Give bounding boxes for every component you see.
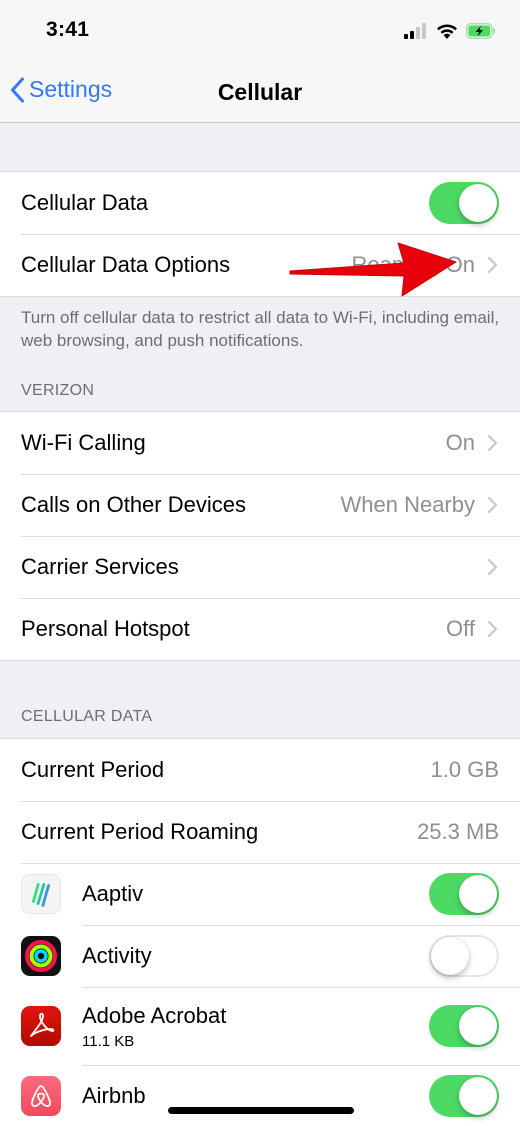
airbnb-toggle[interactable] (429, 1075, 499, 1117)
cellular-data-usage-group: Current Period 1.0 GB Current Period Roa… (0, 738, 520, 1126)
current-period-roaming-value: 25.3 MB (417, 819, 499, 844)
carrier-group: Wi-Fi Calling On Calls on Other Devices … (0, 411, 520, 661)
personal-hotspot-value: Off (446, 616, 475, 641)
current-period-value: 1.0 GB (430, 757, 499, 782)
app-name: Activity (82, 943, 152, 968)
status-icons (404, 22, 496, 40)
app-row-adobe-acrobat: Adobe Acrobat 11.1 KB (0, 987, 520, 1065)
carrier-services-label: Carrier Services (21, 554, 179, 579)
chevron-right-icon (487, 620, 498, 638)
toggle-knob (431, 937, 469, 975)
wifi-calling-label: Wi-Fi Calling (21, 430, 146, 455)
app-text: Activity (82, 943, 429, 969)
chevron-right-icon (487, 256, 498, 274)
adobe-acrobat-toggle[interactable] (429, 1005, 499, 1047)
aaptiv-icon (21, 874, 61, 914)
app-row-activity: Activity (0, 925, 520, 987)
cellular-data-options-row[interactable]: Cellular Data Options Roaming On (0, 234, 520, 296)
calls-on-other-devices-label: Calls on Other Devices (21, 492, 246, 517)
cellular-signal-icon (404, 23, 426, 39)
aaptiv-toggle[interactable] (429, 873, 499, 915)
current-period-label: Current Period (21, 757, 165, 782)
status-time: 3:41 (46, 18, 90, 41)
home-indicator[interactable] (168, 1107, 354, 1114)
toggle-knob (459, 875, 497, 913)
app-usage: 11.1 KB (82, 1032, 135, 1050)
current-period-row: Current Period 1.0 GB (0, 739, 520, 801)
toggle-knob (459, 1007, 497, 1045)
toggle-knob (459, 1077, 497, 1115)
carrier-services-row[interactable]: Carrier Services (0, 536, 520, 598)
personal-hotspot-label: Personal Hotspot (21, 616, 190, 641)
cellular-data-section-header: CELLULAR DATA (21, 708, 153, 725)
calls-on-other-devices-row[interactable]: Calls on Other Devices When Nearby (0, 474, 520, 536)
app-name: Aaptiv (82, 881, 144, 906)
cellular-data-group: Cellular Data Cellular Data Options Roam… (0, 171, 520, 297)
app-row-airbnb: Airbnb (0, 1065, 520, 1126)
personal-hotspot-row[interactable]: Personal Hotspot Off (0, 598, 520, 660)
app-text: Aaptiv (82, 881, 429, 907)
app-text: Adobe Acrobat 11.1 KB (82, 1003, 429, 1050)
navigation-bar: Settings Cellular (0, 62, 520, 123)
status-bar: 3:41 (0, 0, 520, 62)
app-name: Adobe Acrobat (82, 1002, 227, 1028)
cellular-data-row: Cellular Data (0, 172, 520, 234)
page-title: Cellular (217, 79, 303, 105)
wifi-calling-value: On (445, 430, 475, 455)
cellular-data-toggle[interactable] (429, 182, 499, 224)
chevron-right-icon (487, 496, 498, 514)
cellular-data-label: Cellular Data (21, 190, 149, 215)
cellular-data-options-label: Cellular Data Options (21, 252, 231, 277)
activity-toggle[interactable] (429, 935, 499, 977)
toggle-knob (459, 184, 497, 222)
app-text: Airbnb (82, 1083, 429, 1109)
current-period-roaming-label: Current Period Roaming (21, 819, 259, 844)
cellular-data-options-value: Roaming On (351, 252, 475, 277)
current-period-roaming-row: Current Period Roaming 25.3 MB (0, 801, 520, 863)
wifi-calling-row[interactable]: Wi-Fi Calling On (0, 412, 520, 474)
airbnb-icon (21, 1076, 61, 1116)
cellular-data-footer: Turn off cellular data to restrict all d… (21, 308, 500, 350)
verizon-section-header: VERIZON (21, 382, 95, 399)
chevron-right-icon (487, 434, 498, 452)
battery-charging-icon (466, 23, 495, 39)
app-name: Airbnb (82, 1083, 146, 1108)
chevron-right-icon (487, 558, 498, 576)
adobe-acrobat-icon (21, 1006, 61, 1046)
activity-rings-icon (21, 936, 61, 976)
app-row-aaptiv: Aaptiv (0, 863, 520, 925)
calls-on-other-devices-value: When Nearby (340, 492, 475, 517)
wifi-icon (437, 24, 457, 39)
